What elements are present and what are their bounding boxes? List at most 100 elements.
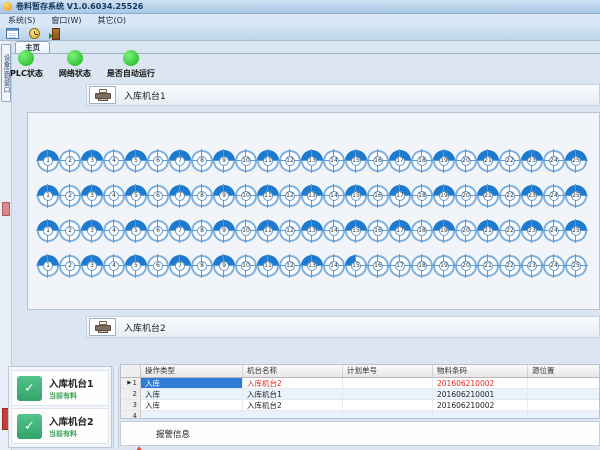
table-body: ▶1入库入库机台22016062100022入库入库机台120160621000… xyxy=(121,378,599,419)
reel-slot: 19 xyxy=(432,184,455,208)
machine2-title: 入库机台2 xyxy=(124,321,166,334)
reel-slot: 7 xyxy=(168,149,191,173)
reel-slot: 22 xyxy=(498,219,521,243)
reel-slot: 11 xyxy=(256,184,279,208)
printer-icon xyxy=(95,321,111,334)
reel-slot: 22 xyxy=(498,184,521,208)
reel-slot: 13 xyxy=(300,254,323,278)
machine2-header: 入库机台2 xyxy=(86,316,600,338)
reel-grid: 1234567891011121314151617181920212223242… xyxy=(36,149,599,278)
machine-status-cards: 入库机台1 当前有料 入库机台2 当前有料 xyxy=(8,366,112,448)
col-material-barcode[interactable]: 物料条码 xyxy=(433,365,528,377)
reel-slot: 10 xyxy=(234,254,257,278)
reel-slot: 1 xyxy=(36,219,59,243)
machine2-status-card: 入库机台2 当前有料 xyxy=(11,408,109,444)
reel-slot: 11 xyxy=(256,254,279,278)
check-icon xyxy=(17,414,42,439)
reel-slot: 12 xyxy=(278,149,301,173)
alarm-info-bar: ! 报警信息 xyxy=(120,421,600,446)
reel-slot: 17 xyxy=(388,149,411,173)
reel-slot: 23 xyxy=(520,254,543,278)
reel-slot: 9 xyxy=(212,254,235,278)
menu-window[interactable]: 窗口(W) xyxy=(43,14,89,27)
bottom-splitter[interactable] xyxy=(113,366,119,448)
plc-status-label: PLC状态 xyxy=(10,68,43,79)
title-bar: 卷料暂存系统 V1.0.6034.25526 xyxy=(0,0,600,14)
reel-storage-panel: 1234567891011121314151617181920212223242… xyxy=(27,112,600,310)
reel-slot: 15 xyxy=(344,254,367,278)
reel-slot: 15 xyxy=(344,184,367,208)
reel-slot: 3 xyxy=(80,184,103,208)
check-icon xyxy=(17,376,42,401)
reel-slot: 21 xyxy=(476,149,499,173)
menu-other[interactable]: 其它(O) xyxy=(89,14,134,27)
app-window: 卷料暂存系统 V1.0.6034.25526 系统(S) 窗口(W) 其它(O)… xyxy=(0,0,600,450)
reel-slot: 16 xyxy=(366,149,389,173)
reel-slot: 5 xyxy=(124,219,147,243)
status-item-plc: PLC状态 xyxy=(10,50,43,79)
col-source-location[interactable]: 源位置 xyxy=(528,365,600,377)
reel-slot: 16 xyxy=(366,254,389,278)
reel-slot: 11 xyxy=(256,149,279,173)
reel-slot: 16 xyxy=(366,219,389,243)
table-row[interactable]: 2入库入库机台1201606210001 xyxy=(121,389,599,400)
reel-slot: 14 xyxy=(322,149,345,173)
table-row[interactable]: ▶1入库入库机台2201606210002 xyxy=(121,378,599,389)
reel-slot: 1 xyxy=(36,184,59,208)
printer-icon xyxy=(95,89,111,102)
reel-slot: 2 xyxy=(58,254,81,278)
reel-slot: 21 xyxy=(476,184,499,208)
col-plan-number[interactable]: 计划单号 xyxy=(343,365,433,377)
status-item-auto: 是否自动运行 xyxy=(107,50,155,79)
col-operation-type[interactable]: 操作类型 xyxy=(141,365,243,377)
machine2-print-button[interactable] xyxy=(89,318,116,336)
reel-slot: 1 xyxy=(36,149,59,173)
table-corner xyxy=(121,365,141,377)
reel-slot: 25 xyxy=(564,149,587,173)
auto-run-status-icon xyxy=(123,50,139,66)
reel-row: 1234567891011121314151617181920212223242… xyxy=(36,149,599,173)
reel-slot: 5 xyxy=(124,149,147,173)
reel-slot: 23 xyxy=(520,184,543,208)
reel-slot: 2 xyxy=(58,219,81,243)
reel-slot: 21 xyxy=(476,219,499,243)
tool-bar xyxy=(0,27,600,41)
network-status-label: 网络状态 xyxy=(59,68,91,79)
reel-slot: 12 xyxy=(278,184,301,208)
reel-slot: 20 xyxy=(454,254,477,278)
reel-slot: 18 xyxy=(410,254,433,278)
machine1-header: 入库机台1 xyxy=(86,84,600,106)
reel-slot: 6 xyxy=(146,149,169,173)
reel-slot: 3 xyxy=(80,149,103,173)
window-title: 卷料暂存系统 V1.0.6034.25526 xyxy=(16,0,143,14)
clock-icon[interactable] xyxy=(26,27,42,40)
reel-slot: 6 xyxy=(146,219,169,243)
reel-slot: 18 xyxy=(410,149,433,173)
table-row[interactable]: 3入库入库机台2201606210002 xyxy=(121,400,599,411)
operation-table: 操作类型 机台名称 计划单号 物料条码 源位置 ▶1入库入库机台22016062… xyxy=(120,364,600,419)
reel-slot: 22 xyxy=(498,149,521,173)
schedule-icon[interactable] xyxy=(4,27,20,40)
col-machine-name[interactable]: 机台名称 xyxy=(243,365,343,377)
alarm-label: 报警信息 xyxy=(156,428,190,440)
reel-slot: 22 xyxy=(498,254,521,278)
reel-slot: 5 xyxy=(124,184,147,208)
menu-bar: 系统(S) 窗口(W) 其它(O) xyxy=(0,14,600,27)
machine1-status-card: 入库机台1 当前有料 xyxy=(11,370,109,406)
reel-row: 1234567891011121314151617181920212223242… xyxy=(36,184,599,208)
menu-system[interactable]: 系统(S) xyxy=(0,14,43,27)
reel-slot: 25 xyxy=(564,184,587,208)
table-header: 操作类型 机台名称 计划单号 物料条码 源位置 xyxy=(121,365,599,378)
dock-red-tab-1[interactable] xyxy=(2,202,10,216)
machine1-print-button[interactable] xyxy=(89,86,116,104)
reel-slot: 14 xyxy=(322,184,345,208)
reel-slot: 4 xyxy=(102,149,125,173)
reel-slot: 19 xyxy=(432,219,455,243)
reel-slot: 8 xyxy=(190,184,213,208)
exit-icon[interactable] xyxy=(48,27,64,40)
reel-slot: 7 xyxy=(168,254,191,278)
table-row[interactable]: 4 xyxy=(121,411,599,419)
reel-slot: 17 xyxy=(388,219,411,243)
reel-slot: 23 xyxy=(520,149,543,173)
machine1-title: 入库机台1 xyxy=(124,89,166,102)
